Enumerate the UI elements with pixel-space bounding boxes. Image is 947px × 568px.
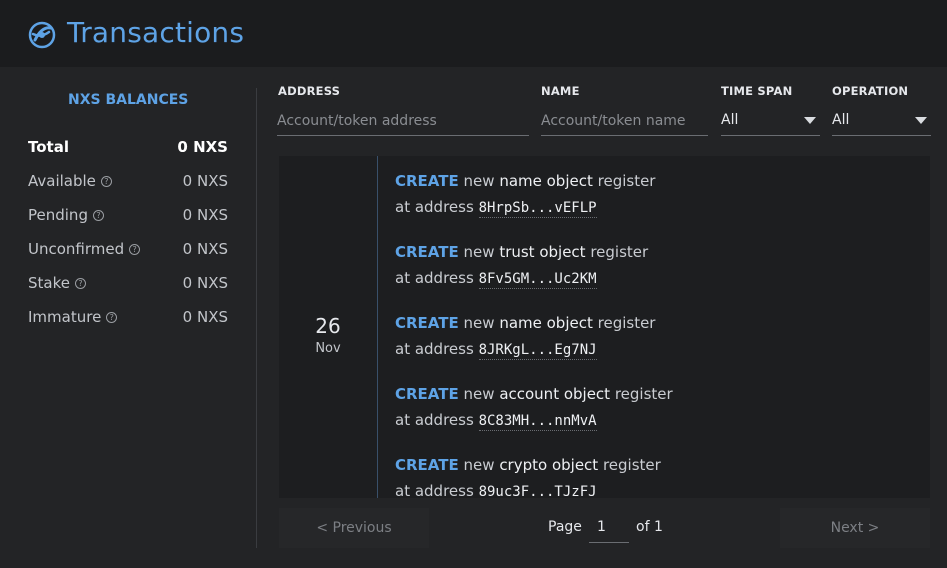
object-type: crypto object [499, 456, 599, 474]
balance-label: Stake [28, 274, 70, 292]
help-circle-icon[interactable]: ? [92, 210, 104, 221]
date-month: Nov [315, 341, 341, 356]
time-span-select[interactable]: All [721, 107, 820, 136]
page-title: Transactions [67, 16, 245, 49]
help-circle-icon[interactable]: ? [106, 312, 118, 323]
balance-row-pending: Pending? 0 NXS [28, 206, 228, 230]
help-circle-icon[interactable]: ? [74, 278, 86, 289]
balance-value: 0 NXS [182, 206, 228, 224]
transaction-item[interactable]: CREATE new account object register at ad… [395, 385, 915, 445]
operation-type: CREATE [395, 314, 459, 332]
name-filter-label: NAME [541, 84, 580, 98]
balance-label: Unconfirmed [28, 240, 125, 258]
current-page-value: 1 [597, 519, 606, 535]
panel-divider [256, 88, 257, 548]
balance-value: 0 NXS [182, 240, 228, 258]
page-number-input[interactable]: 1 [589, 512, 629, 543]
caret-down-icon [804, 117, 816, 124]
transactions-list[interactable]: 26 Nov CREATE new name object register a… [279, 156, 930, 498]
next-page-button[interactable]: Next > [780, 508, 930, 548]
balance-row-stake: Stake? 0 NXS [28, 274, 228, 298]
operation-value: All [832, 112, 850, 128]
address-filter-input[interactable] [277, 107, 529, 136]
time-span-value: All [721, 112, 739, 128]
transaction-item[interactable]: CREATE new trust object register at addr… [395, 243, 915, 303]
register-address[interactable]: 89uc3F...TJzFJ [478, 484, 597, 498]
balance-label: Total [28, 138, 69, 156]
balance-value: 0 NXS [182, 172, 228, 190]
register-address[interactable]: 8HrpSb...vEFLP [478, 200, 597, 218]
balance-value: 0 NXS [182, 274, 228, 292]
date-group: 26 Nov [279, 156, 378, 498]
balance-row-total: Total 0 NXS [28, 138, 228, 162]
operation-select[interactable]: All [832, 107, 931, 136]
balances-title: NXS BALANCES [68, 92, 189, 108]
date-day: 26 [315, 314, 341, 338]
nexus-logo-icon [28, 21, 56, 49]
object-type: trust object [499, 243, 586, 261]
operation-filter-label: OPERATION [832, 84, 909, 98]
operation-type: CREATE [395, 243, 459, 261]
page-label: Page [548, 519, 582, 535]
balance-row-available: Available? 0 NXS [28, 172, 228, 196]
operation-type: CREATE [395, 385, 459, 403]
balance-row-unconfirmed: Unconfirmed? 0 NXS [28, 240, 228, 264]
help-circle-icon[interactable]: ? [129, 244, 141, 255]
operation-type: CREATE [395, 172, 459, 190]
transaction-item[interactable]: CREATE new name object register at addre… [395, 172, 915, 232]
object-type: name object [499, 172, 593, 190]
balance-label: Pending [28, 206, 88, 224]
register-address[interactable]: 8JRKgL...Eg7NJ [478, 342, 597, 360]
balance-label: Available [28, 172, 96, 190]
object-type: account object [499, 385, 611, 403]
register-address[interactable]: 8C83MH...nnMvA [478, 413, 597, 431]
balance-value: 0 NXS [177, 138, 228, 156]
operation-type: CREATE [395, 456, 459, 474]
total-pages-label: of 1 [636, 519, 663, 535]
transaction-item[interactable]: CREATE new crypto object register at add… [395, 456, 915, 498]
balance-label: Immature [28, 308, 102, 326]
time-span-filter-label: TIME SPAN [721, 84, 793, 98]
name-filter-input[interactable] [541, 107, 708, 136]
object-type: name object [499, 314, 593, 332]
transaction-item[interactable]: CREATE new name object register at addre… [395, 314, 915, 374]
previous-page-button[interactable]: < Previous [279, 508, 429, 548]
register-address[interactable]: 8Fv5GM...Uc2KM [478, 271, 597, 289]
balance-value: 0 NXS [182, 308, 228, 326]
caret-down-icon [915, 117, 927, 124]
address-filter-label: ADDRESS [278, 84, 341, 98]
app-header: Transactions [0, 0, 947, 67]
balance-row-immature: Immature? 0 NXS [28, 308, 228, 332]
help-circle-icon[interactable]: ? [100, 176, 112, 187]
